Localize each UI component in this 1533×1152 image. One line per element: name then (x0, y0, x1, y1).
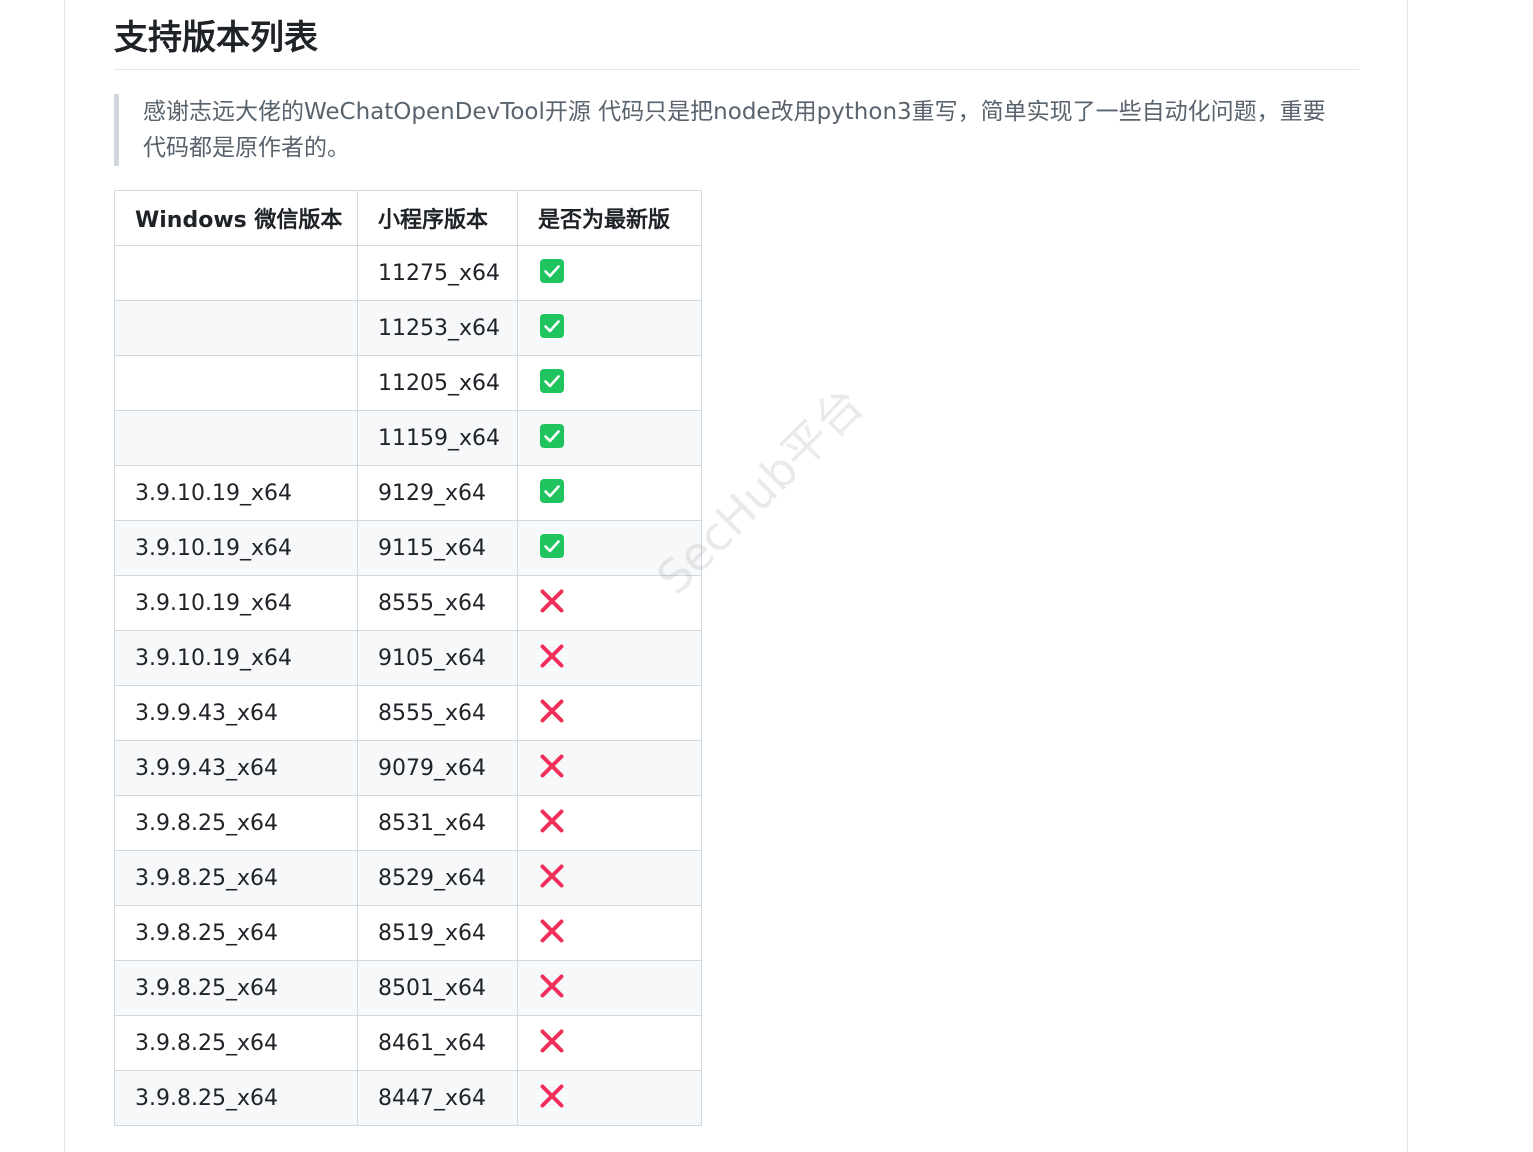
cell-is-latest (517, 300, 702, 356)
page: 支持版本列表 感谢志远大佬的WeChatOpenDevTool开源 代码只是把n… (0, 0, 1533, 1152)
table-row: 3.9.8.25_x64 8531_x64 (114, 795, 702, 851)
table-header: Windows 微信版本 小程序版本 是否为最新版 (114, 190, 702, 246)
header-windows-version: Windows 微信版本 (114, 190, 358, 246)
cell-windows-version: 3.9.10.19_x64 (114, 630, 358, 686)
cross-mark-icon (540, 754, 564, 778)
cell-is-latest (517, 465, 702, 521)
table-row: 3.9.10.19_x64 9129_x64 (114, 465, 702, 521)
cell-windows-version: 3.9.10.19_x64 (114, 575, 358, 631)
cell-is-latest (517, 410, 702, 466)
cell-is-latest (517, 1070, 702, 1126)
cell-windows-version (114, 355, 358, 411)
cross-mark-icon (540, 919, 564, 943)
cell-windows-version (114, 245, 358, 301)
table-row: 3.9.8.25_x64 8461_x64 (114, 1015, 702, 1071)
cross-mark-icon (540, 644, 564, 668)
cell-miniprogram-version: 11275_x64 (357, 245, 518, 301)
cell-windows-version: 3.9.9.43_x64 (114, 685, 358, 741)
cell-miniprogram-version: 8529_x64 (357, 850, 518, 906)
cell-miniprogram-version: 9129_x64 (357, 465, 518, 521)
cell-is-latest (517, 685, 702, 741)
cell-is-latest (517, 905, 702, 961)
table-row: 11253_x64 (114, 300, 702, 356)
blockquote-line-1: 感谢志远大佬的WeChatOpenDevTool开源 代码只是把node改用py… (143, 99, 1326, 125)
check-mark-button-icon (540, 534, 564, 558)
table-row: 3.9.8.25_x64 8519_x64 (114, 905, 702, 961)
section-heading: 支持版本列表 (114, 0, 1359, 70)
check-mark-button-icon (540, 259, 564, 283)
cell-is-latest (517, 960, 702, 1016)
table-row: 3.9.9.43_x64 9079_x64 (114, 740, 702, 796)
supported-versions-table: Windows 微信版本 小程序版本 是否为最新版 11275_x64 11253… (114, 190, 702, 1126)
cell-miniprogram-version: 8555_x64 (357, 575, 518, 631)
table-row: 3.9.8.25_x64 8447_x64 (114, 1070, 702, 1126)
cell-miniprogram-version: 11205_x64 (357, 355, 518, 411)
cell-windows-version (114, 410, 358, 466)
cell-is-latest (517, 740, 702, 796)
cell-is-latest (517, 795, 702, 851)
cell-windows-version (114, 300, 358, 356)
cell-is-latest (517, 630, 702, 686)
content-border-right (1407, 0, 1408, 1152)
cell-is-latest (517, 575, 702, 631)
table-row: 11159_x64 (114, 410, 702, 466)
cell-windows-version: 3.9.9.43_x64 (114, 740, 358, 796)
cell-miniprogram-version: 9079_x64 (357, 740, 518, 796)
cell-miniprogram-version: 8447_x64 (357, 1070, 518, 1126)
table-row: 3.9.10.19_x64 9105_x64 (114, 630, 702, 686)
content-border-left (64, 0, 65, 1152)
cell-miniprogram-version: 9105_x64 (357, 630, 518, 686)
cross-mark-icon (540, 1084, 564, 1108)
table-row: 3.9.9.43_x64 8555_x64 (114, 685, 702, 741)
blockquote-line-2: 代码都是原作者的。 (143, 135, 350, 161)
cell-windows-version: 3.9.8.25_x64 (114, 1015, 358, 1071)
cell-miniprogram-version: 9115_x64 (357, 520, 518, 576)
table-row: 3.9.8.25_x64 8529_x64 (114, 850, 702, 906)
cross-mark-icon (540, 1029, 564, 1053)
cell-miniprogram-version: 8555_x64 (357, 685, 518, 741)
header-is-latest: 是否为最新版 (517, 190, 702, 246)
cell-miniprogram-version: 8531_x64 (357, 795, 518, 851)
cross-mark-icon (540, 809, 564, 833)
cell-windows-version: 3.9.8.25_x64 (114, 850, 358, 906)
table-row: 11275_x64 (114, 245, 702, 301)
cell-windows-version: 3.9.8.25_x64 (114, 960, 358, 1016)
cell-miniprogram-version: 8461_x64 (357, 1015, 518, 1071)
check-mark-button-icon (540, 479, 564, 503)
cross-mark-icon (540, 974, 564, 998)
table-header-row: Windows 微信版本 小程序版本 是否为最新版 (114, 190, 702, 246)
cross-mark-icon (540, 864, 564, 888)
cell-windows-version: 3.9.10.19_x64 (114, 465, 358, 521)
cell-miniprogram-version: 11253_x64 (357, 300, 518, 356)
table-row: 3.9.10.19_x64 8555_x64 (114, 575, 702, 631)
table-body: 11275_x64 11253_x64 11205_x64 11159_x64 3.9.… (114, 245, 702, 1126)
cross-mark-icon (540, 589, 564, 613)
acknowledgement-blockquote: 感谢志远大佬的WeChatOpenDevTool开源 代码只是把node改用py… (114, 94, 1373, 166)
table-row: 11205_x64 (114, 355, 702, 411)
cell-windows-version: 3.9.8.25_x64 (114, 905, 358, 961)
cell-miniprogram-version: 8519_x64 (357, 905, 518, 961)
table-row: 3.9.10.19_x64 9115_x64 (114, 520, 702, 576)
table-row: 3.9.8.25_x64 8501_x64 (114, 960, 702, 1016)
cell-is-latest (517, 520, 702, 576)
cell-is-latest (517, 1015, 702, 1071)
cell-miniprogram-version: 8501_x64 (357, 960, 518, 1016)
cell-miniprogram-version: 11159_x64 (357, 410, 518, 466)
header-miniprogram-version: 小程序版本 (357, 190, 518, 246)
cell-is-latest (517, 245, 702, 301)
cell-is-latest (517, 355, 702, 411)
check-mark-button-icon (540, 314, 564, 338)
cross-mark-icon (540, 699, 564, 723)
cell-is-latest (517, 850, 702, 906)
check-mark-button-icon (540, 424, 564, 448)
cell-windows-version: 3.9.8.25_x64 (114, 1070, 358, 1126)
cell-windows-version: 3.9.10.19_x64 (114, 520, 358, 576)
check-mark-button-icon (540, 369, 564, 393)
cell-windows-version: 3.9.8.25_x64 (114, 795, 358, 851)
markdown-content: 支持版本列表 感谢志远大佬的WeChatOpenDevTool开源 代码只是把n… (114, 0, 1359, 1126)
